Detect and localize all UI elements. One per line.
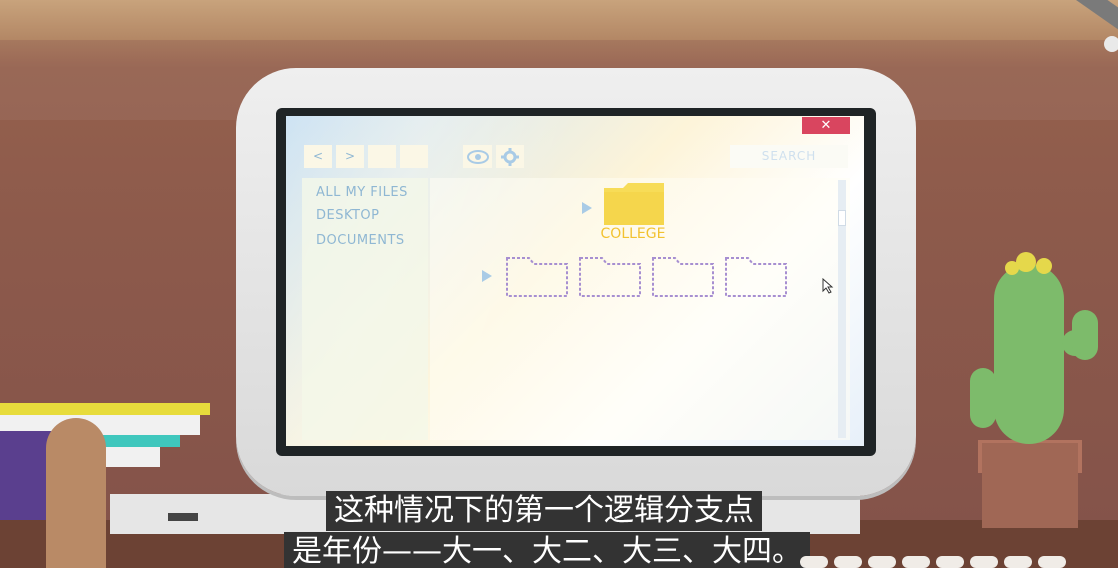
search-input[interactable]: SEARCH (730, 145, 848, 168)
folder-placeholder[interactable] (724, 254, 788, 298)
folder-placeholder[interactable] (505, 254, 569, 298)
gear-icon (501, 148, 519, 166)
expand-arrow-icon[interactable] (582, 202, 592, 214)
scrollbar-thumb[interactable] (838, 210, 846, 226)
player-control-button[interactable] (800, 556, 828, 568)
cursor-icon (822, 278, 834, 294)
lamp-post (46, 418, 106, 568)
sidebar-item-documents[interactable]: DOCUMENTS (316, 233, 405, 248)
toolbar-blank-button-2[interactable] (400, 145, 428, 168)
sidebar-item-all-my-files[interactable]: ALL MY FILES (316, 185, 408, 200)
video-frame: ✕ < > SEARCH ALL MY FILES DESKTOP DOCUME… (0, 0, 1118, 568)
folder-placeholder[interactable] (651, 254, 715, 298)
close-button[interactable]: ✕ (802, 117, 850, 134)
eye-icon (466, 150, 489, 164)
folder-college[interactable] (603, 182, 665, 226)
player-control-button[interactable] (902, 556, 930, 568)
sidebar-item-desktop[interactable]: DESKTOP (316, 208, 380, 223)
cactus-pot (982, 443, 1078, 528)
folder-placeholder[interactable] (578, 254, 642, 298)
player-control-button[interactable] (834, 556, 862, 568)
settings-button[interactable] (496, 145, 524, 168)
subtitle-line-2: 是年份——大一、大二、大三、大四。 (284, 532, 810, 568)
back-button[interactable]: < (304, 145, 332, 168)
player-control-button[interactable] (1038, 556, 1066, 568)
player-control-button[interactable] (936, 556, 964, 568)
player-control-button[interactable] (868, 556, 896, 568)
folder-college-label: COLLEGE (600, 226, 666, 242)
subtitle-line-1: 这种情况下的第一个逻辑分支点 (326, 491, 762, 531)
lamp-icon (1069, 0, 1118, 52)
expand-arrow-icon[interactable] (482, 270, 492, 282)
drive-slot (168, 513, 198, 521)
player-controls (800, 556, 1066, 568)
view-button[interactable] (463, 145, 492, 168)
toolbar-blank-button-1[interactable] (368, 145, 396, 168)
player-control-button[interactable] (970, 556, 998, 568)
player-control-button[interactable] (1004, 556, 1032, 568)
cactus-icon (970, 252, 1098, 444)
forward-button[interactable]: > (336, 145, 364, 168)
sidebar: ALL MY FILES DESKTOP DOCUMENTS (302, 178, 428, 440)
wall-upper (0, 0, 1118, 40)
